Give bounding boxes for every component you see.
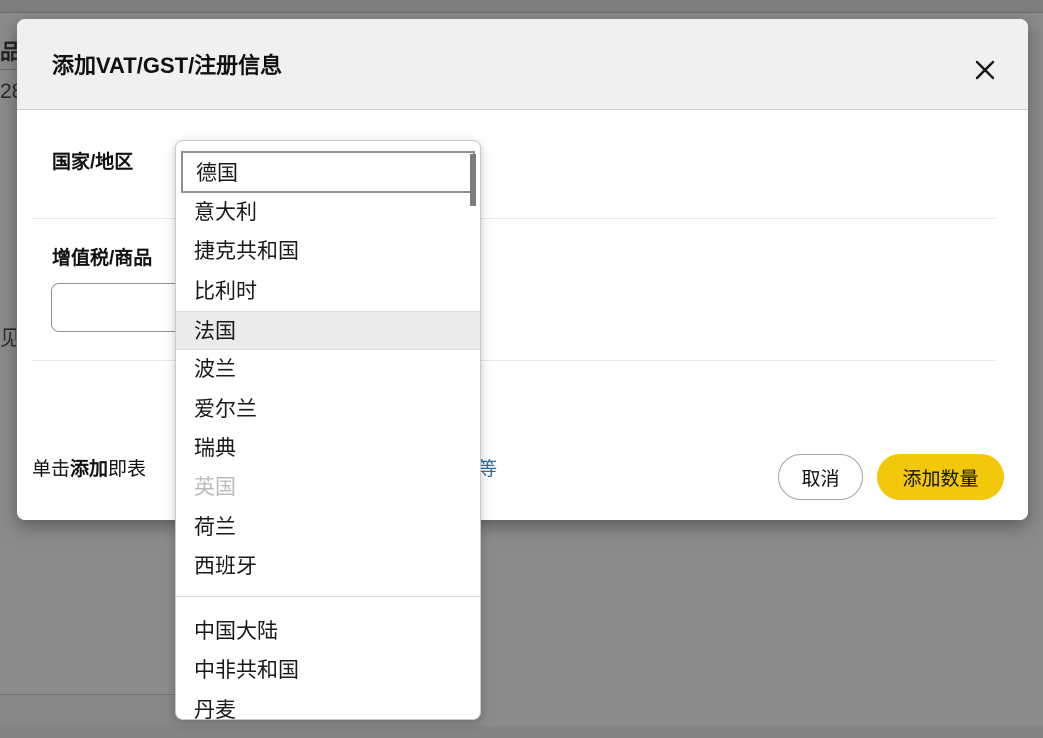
agreement-text: 单击添加即表: [32, 456, 146, 484]
dropdown-option[interactable]: 中非共和国: [176, 651, 480, 690]
close-button[interactable]: [970, 55, 1000, 85]
dropdown-option[interactable]: 爱尔兰: [176, 390, 480, 429]
country-dropdown: 德国 意大利捷克共和国比利时法国波兰爱尔兰瑞典英国荷兰西班牙中国大陆中非共和国丹…: [175, 140, 481, 720]
close-icon: [974, 59, 996, 81]
dropdown-group-divider: [176, 586, 480, 612]
dropdown-options: 意大利捷克共和国比利时法国波兰爱尔兰瑞典英国荷兰西班牙中国大陆中非共和国丹麦: [176, 193, 480, 720]
add-quantity-button[interactable]: 添加数量: [877, 454, 1004, 500]
dropdown-option[interactable]: 法国: [176, 311, 480, 350]
dropdown-scrollbar-thumb[interactable]: [470, 154, 476, 206]
background-text-fragment: 品种: [0, 36, 17, 66]
dropdown-option[interactable]: 西班牙: [176, 547, 480, 586]
dropdown-option[interactable]: 荷兰: [176, 508, 480, 547]
agreement-text-prefix: 单击: [32, 459, 70, 480]
background-footer-area: [0, 726, 1043, 738]
dropdown-option[interactable]: 中国大陆: [176, 612, 480, 651]
cancel-button[interactable]: 取消: [778, 454, 863, 500]
agreement-text-suffix: 即表: [108, 459, 146, 480]
dropdown-option[interactable]: 意大利: [176, 193, 480, 232]
country-select[interactable]: 德国: [181, 151, 475, 193]
background-text-fragment: 见,: [0, 322, 16, 350]
agreement-text-bold: 添加: [70, 459, 108, 480]
dropdown-option[interactable]: 丹麦: [176, 691, 480, 720]
background-page-topbar: [0, 0, 1043, 13]
vat-gst-modal: 添加VAT/GST/注册信息 国家/地区 增值税/商品 单击添加即表 等 取消 …: [17, 19, 1028, 520]
background-number-fragment: 28: [0, 80, 18, 108]
dropdown-option[interactable]: 瑞典: [176, 429, 480, 468]
background-divider: [0, 69, 17, 70]
dropdown-option: 英国: [176, 468, 480, 507]
dropdown-option[interactable]: 波兰: [176, 350, 480, 389]
dropdown-option[interactable]: 捷克共和国: [176, 232, 480, 271]
dropdown-option[interactable]: 比利时: [176, 272, 480, 311]
modal-header: 添加VAT/GST/注册信息: [17, 19, 1028, 110]
modal-title: 添加VAT/GST/注册信息: [52, 48, 282, 80]
country-region-label: 国家/地区: [52, 147, 133, 174]
